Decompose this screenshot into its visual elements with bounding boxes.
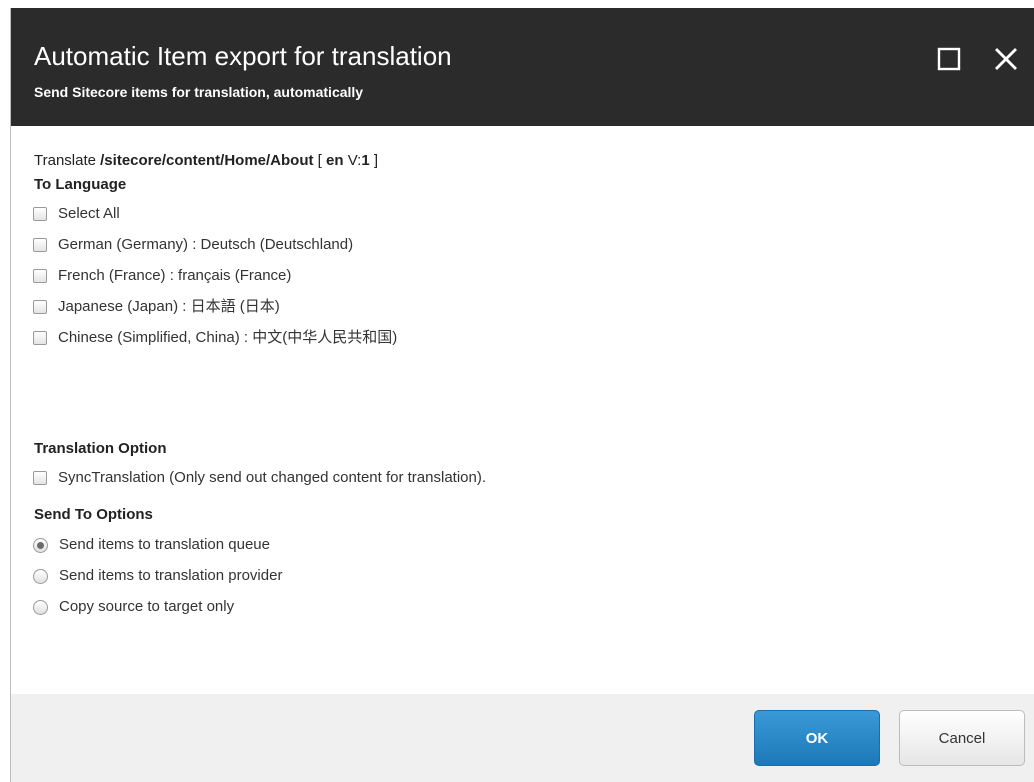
radio-label: Copy source to target only [59, 598, 235, 615]
translate-item-path: Translate /sitecore/content/Home/About [… [34, 152, 378, 170]
close-icon [995, 48, 1017, 70]
item-version: 1 [361, 152, 370, 169]
translate-prefix: Translate [34, 152, 101, 169]
checkbox[interactable] [33, 331, 47, 345]
maximize-icon [937, 47, 961, 71]
radio-button[interactable] [33, 599, 48, 615]
checkbox[interactable] [33, 238, 47, 252]
maximize-button[interactable] [935, 44, 965, 74]
checkbox-label: French (France) : français (France) [58, 267, 292, 284]
checkbox-japanese[interactable]: Japanese (Japan) : 日本語 (日本) [33, 297, 280, 317]
radio-translation-provider[interactable]: Send items to translation provider [33, 566, 282, 586]
lang-open: [ [313, 152, 327, 169]
checkbox[interactable] [33, 207, 47, 221]
cancel-button[interactable]: Cancel [899, 710, 1025, 766]
dialog-title: Automatic Item export for translation [34, 41, 452, 71]
item-language: en [326, 152, 344, 169]
checkbox[interactable] [33, 269, 47, 283]
dialog-footer: OK Cancel [11, 694, 1034, 782]
version-label: V: [343, 152, 362, 169]
dialog-header: Automatic Item export for translation Se… [11, 8, 1034, 126]
translation-option-heading: Translation Option [34, 440, 167, 457]
checkbox-label: SyncTranslation (Only send out changed c… [58, 469, 487, 486]
radio-translation-queue[interactable]: Send items to translation queue [33, 535, 270, 555]
checkbox-select-all[interactable]: Select All [33, 204, 120, 224]
checkbox-label: Japanese (Japan) : 日本語 (日本) [58, 298, 280, 315]
dialog: Automatic Item export for translation Se… [10, 8, 1034, 782]
checkbox-french[interactable]: French (France) : français (France) [33, 266, 291, 286]
ok-button[interactable]: OK [754, 710, 880, 766]
radio-label: Send items to translation provider [59, 567, 283, 584]
dialog-subtitle: Send Sitecore items for translation, aut… [34, 84, 364, 100]
checkbox-label: German (Germany) : Deutsch (Deutschland) [58, 236, 354, 253]
radio-button[interactable] [33, 537, 48, 553]
item-path: /sitecore/content/Home/About [100, 152, 314, 169]
checkbox[interactable] [33, 471, 47, 485]
checkbox[interactable] [33, 300, 47, 314]
radio-copy-source[interactable]: Copy source to target only [33, 597, 234, 617]
checkbox-label: Chinese (Simplified, China) : 中文(中华人民共和国… [58, 329, 398, 346]
checkbox-german[interactable]: German (Germany) : Deutsch (Deutschland) [33, 235, 353, 255]
send-to-options-heading: Send To Options [34, 506, 153, 523]
dialog-body: Translate /sitecore/content/Home/About [… [11, 126, 1034, 694]
checkbox-label: Select All [58, 205, 120, 222]
to-language-heading: To Language [34, 176, 127, 193]
checkbox-chinese[interactable]: Chinese (Simplified, China) : 中文(中华人民共和国… [33, 328, 397, 348]
close-button[interactable] [991, 44, 1021, 74]
lang-close: ] [369, 152, 379, 169]
checkbox-sync-translation[interactable]: SyncTranslation (Only send out changed c… [33, 468, 486, 488]
radio-button[interactable] [33, 568, 48, 584]
radio-label: Send items to translation queue [59, 536, 270, 553]
